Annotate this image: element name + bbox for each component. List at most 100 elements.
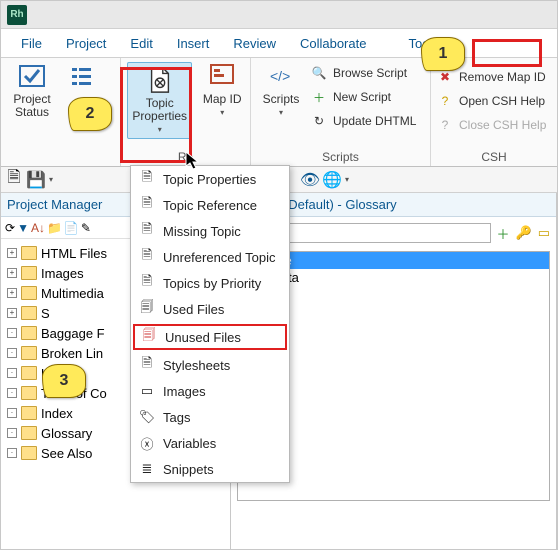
plus-icon: ＋ bbox=[311, 89, 327, 105]
new-script-button[interactable]: ＋New Script bbox=[311, 86, 416, 108]
expand-icon[interactable]: · bbox=[7, 368, 17, 378]
expand-icon[interactable]: · bbox=[7, 408, 17, 418]
tree-item-label: Images bbox=[41, 266, 84, 281]
dd-topics-by-priority[interactable]: 🗎Topics by Priority bbox=[131, 270, 289, 296]
dd-tags[interactable]: 🏷Tags bbox=[131, 404, 289, 430]
folder-icon bbox=[21, 326, 37, 340]
map-id-button[interactable]: Map ID ▾ bbox=[200, 62, 244, 139]
dd-stylesheets[interactable]: 🗎Stylesheets bbox=[131, 352, 289, 378]
folder-icon bbox=[21, 426, 37, 440]
page-unref-icon: 🗎 bbox=[139, 249, 155, 265]
expand-icon[interactable]: + bbox=[7, 288, 17, 298]
tree-item-label: Glossary bbox=[41, 426, 92, 441]
edit-icon[interactable]: ✎ bbox=[81, 221, 91, 235]
new-file-icon[interactable]: 🗎 bbox=[5, 171, 23, 189]
chevron-down-icon[interactable]: ▾ bbox=[49, 175, 53, 184]
tree-item-label: Index bbox=[41, 406, 73, 421]
code-icon: </> bbox=[267, 62, 295, 90]
expand-icon[interactable]: · bbox=[7, 448, 17, 458]
folder-icon bbox=[21, 346, 37, 360]
project-status-label: Project Status bbox=[7, 93, 57, 119]
card-icon[interactable]: ▭ bbox=[538, 225, 550, 241]
expand-icon[interactable]: · bbox=[7, 348, 17, 358]
svg-text:</>: </> bbox=[270, 68, 290, 84]
chevron-down-icon[interactable]: ▾ bbox=[345, 175, 349, 184]
scripts-label: Scripts bbox=[263, 93, 300, 106]
check-icon bbox=[18, 62, 46, 90]
chevron-down-icon: ▾ bbox=[220, 109, 224, 118]
help-icon: ? bbox=[437, 93, 453, 109]
dd-snippets[interactable]: ≣Snippets bbox=[131, 456, 289, 482]
menu-file[interactable]: File bbox=[9, 32, 54, 55]
menu-project[interactable]: Project bbox=[54, 32, 118, 55]
scripts-button[interactable]: </> Scripts ▾ bbox=[257, 62, 305, 132]
folder-icon bbox=[21, 266, 37, 280]
files-unused-icon: 🗐 bbox=[141, 329, 157, 345]
dd-unreferenced-topic[interactable]: 🗎Unreferenced Topic bbox=[131, 244, 289, 270]
project-status-button[interactable]: Project Status bbox=[7, 62, 57, 119]
expand-icon[interactable]: · bbox=[7, 328, 17, 338]
folder-icon bbox=[21, 386, 37, 400]
dd-images[interactable]: ▭Images bbox=[131, 378, 289, 404]
new-page-icon[interactable]: 📄 bbox=[64, 221, 79, 235]
app-badge: Rh bbox=[7, 5, 27, 25]
variable-icon: ⓧ bbox=[139, 435, 155, 451]
dd-topic-properties[interactable]: 🗎Topic Properties bbox=[131, 166, 289, 192]
menu-insert[interactable]: Insert bbox=[165, 32, 222, 55]
page-props-icon: 🗎 bbox=[139, 171, 155, 187]
dd-missing-topic[interactable]: 🗎Missing Topic bbox=[131, 218, 289, 244]
folder-icon bbox=[21, 446, 37, 460]
term-input[interactable] bbox=[276, 223, 491, 243]
topic-properties-dropdown: 🗎Topic Properties 🗎Topic Reference 🗎Miss… bbox=[130, 165, 290, 483]
menu-edit[interactable]: Edit bbox=[118, 32, 164, 55]
highlight-topic-properties bbox=[120, 67, 192, 163]
save-icon[interactable]: 💾 bbox=[27, 171, 45, 189]
ribbon-group-label bbox=[7, 148, 114, 164]
folder-icon bbox=[21, 286, 37, 300]
callout-3: 3 bbox=[42, 364, 86, 398]
globe-icon[interactable]: 🌐 bbox=[323, 171, 341, 189]
dd-variables[interactable]: ⓧVariables bbox=[131, 430, 289, 456]
expand-icon[interactable]: · bbox=[7, 388, 17, 398]
update-dhtml-button[interactable]: ↻Update DHTML bbox=[311, 110, 416, 132]
expand-icon[interactable]: · bbox=[7, 428, 17, 438]
tree-item-label: Multimedia bbox=[41, 286, 104, 301]
browse-script-button[interactable]: 🔍Browse Script bbox=[311, 62, 416, 84]
expand-icon[interactable]: + bbox=[7, 248, 17, 258]
refresh-icon[interactable]: ⟳ bbox=[5, 221, 15, 235]
dd-used-files[interactable]: 🗐Used Files bbox=[131, 296, 289, 322]
open-csh-help-button[interactable]: ?Open CSH Help bbox=[437, 90, 551, 112]
expand-icon[interactable]: + bbox=[7, 268, 17, 278]
folder-icon bbox=[21, 366, 37, 380]
page-priority-icon: 🗎 bbox=[139, 275, 155, 291]
tree-item-label: HTML Files bbox=[41, 246, 107, 261]
dd-unused-files[interactable]: 🗐Unused Files bbox=[133, 324, 287, 350]
sort-icon[interactable]: A↓ bbox=[31, 221, 45, 235]
tree-item-label: Baggage F bbox=[41, 326, 105, 341]
refresh-icon: ↻ bbox=[311, 113, 327, 129]
title-bar: Rh bbox=[1, 1, 557, 29]
snippet-icon: ≣ bbox=[139, 461, 155, 477]
tag-icon: 🏷 bbox=[139, 409, 155, 425]
ribbon-group-label-scripts: Scripts bbox=[257, 148, 424, 164]
help-off-icon: ? bbox=[437, 117, 453, 133]
highlight-tools bbox=[472, 39, 542, 67]
folder-icon bbox=[21, 406, 37, 420]
key-icon[interactable]: 🔑 bbox=[516, 225, 532, 241]
preview-icon[interactable]: 👁 bbox=[301, 171, 319, 189]
callout-2: 2 bbox=[68, 97, 112, 131]
chevron-down-icon: ▾ bbox=[279, 109, 283, 118]
filter-icon[interactable]: ▼ bbox=[17, 221, 29, 235]
search-icon: 🔍 bbox=[311, 65, 327, 81]
new-folder-icon[interactable]: 📁 bbox=[47, 221, 62, 235]
tree-item-label: See Also bbox=[41, 446, 92, 461]
dd-topic-reference[interactable]: 🗎Topic Reference bbox=[131, 192, 289, 218]
add-term-icon[interactable]: ＋ bbox=[497, 224, 510, 243]
map-id-label: Map ID bbox=[203, 93, 242, 106]
expand-icon[interactable]: + bbox=[7, 308, 17, 318]
tree-item-label: Broken Lin bbox=[41, 346, 103, 361]
ribbon-group-label-csh: CSH bbox=[437, 148, 551, 164]
menu-collaborate[interactable]: Collaborate bbox=[288, 32, 379, 55]
files-used-icon: 🗐 bbox=[139, 301, 155, 317]
menu-review[interactable]: Review bbox=[221, 32, 288, 55]
